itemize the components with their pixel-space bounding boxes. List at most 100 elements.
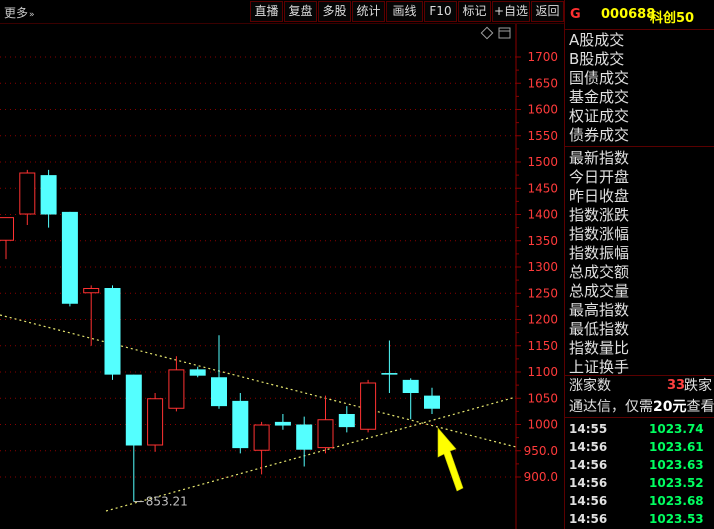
tick-time: 14:56 — [569, 476, 608, 490]
candle-body — [147, 398, 164, 446]
candle-body — [61, 211, 78, 304]
kline-chart[interactable]: 853.21 1700 1650 1600 1550 1500 1450 1400 1350 1… — [0, 24, 564, 529]
quote-header: G 000688 科创50 — [565, 0, 714, 30]
tick-value: 1023.53 — [649, 512, 704, 526]
advancers-count: 33 — [667, 378, 686, 393]
y-tick-label: 1200 — [527, 313, 558, 327]
mark-button[interactable]: 标记 — [458, 1, 491, 22]
candle — [338, 406, 355, 433]
diamond-icon — [480, 26, 494, 40]
candle-body — [168, 369, 185, 409]
top-toolbar: 更多» 直播 复盘 多股 统计 画线 F10 标记 +自选 返回 — [0, 0, 564, 24]
chart-tools — [480, 26, 511, 40]
volume-ratio-label: 指数量比 — [569, 339, 630, 357]
candle — [19, 169, 36, 225]
tick-value: 1023.63 — [649, 458, 704, 472]
candle — [232, 393, 249, 454]
draw-line-button[interactable]: 画线 — [386, 1, 423, 22]
candle-body — [125, 374, 142, 446]
tick-row: 14:56 1023.61 — [565, 438, 714, 456]
index-change-pct-label: 指数涨幅 — [569, 225, 630, 243]
more-menu[interactable]: 更多» — [4, 4, 35, 21]
candle — [61, 211, 78, 307]
candle-body — [0, 217, 14, 241]
candle-body — [338, 414, 355, 428]
candle — [83, 285, 100, 346]
candle-body — [189, 369, 206, 376]
candle — [40, 169, 57, 228]
chevron-right-icon: » — [29, 10, 35, 20]
tick-time: 14:55 — [569, 422, 608, 436]
tick-row: 14:55 1023.74 — [565, 420, 714, 438]
yellow-arrow — [437, 427, 464, 492]
y-tick-label: 1450 — [527, 181, 558, 195]
index-stats-group: 最新指数 今日开盘 昨日收盘 指数涨跌 指数涨幅 指数振幅 总成交额 总成交量 … — [565, 147, 714, 376]
trend-lines — [0, 314, 517, 512]
multi-stock-button[interactable]: 多股 — [318, 1, 351, 22]
candle-body — [274, 421, 291, 426]
candle-body — [232, 400, 249, 449]
candle — [402, 378, 419, 420]
tick-time: 14:56 — [569, 458, 608, 472]
tick-row: 14:56 1023.68 — [565, 492, 714, 510]
treasury-turnover-label: 国债成交 — [569, 69, 630, 87]
tick-time: 14:56 — [569, 512, 608, 526]
latest-index-label: 最新指数 — [569, 149, 630, 167]
f10-button[interactable]: F10 — [424, 1, 457, 22]
breadth-row: 涨家数 33 跌家 — [565, 376, 714, 396]
candle — [168, 356, 185, 412]
promo-price: 20元 — [653, 399, 687, 415]
add-watchlist-button[interactable]: +自选 — [492, 1, 530, 22]
candle-body — [381, 373, 398, 375]
tick-value: 1023.61 — [649, 440, 704, 454]
candle-body — [19, 172, 36, 215]
tick-value: 1023.68 — [649, 494, 704, 508]
candle — [381, 340, 398, 393]
y-tick-label: 950.0 — [524, 444, 558, 458]
candle — [317, 395, 334, 454]
index-change-label: 指数涨跌 — [569, 206, 630, 224]
candle — [424, 387, 440, 414]
replay-button[interactable]: 复盘 — [284, 1, 317, 22]
candle-body — [253, 424, 270, 451]
candle-body — [40, 175, 57, 215]
statistics-button[interactable]: 统计 — [352, 1, 385, 22]
y-tick-label: 1150 — [527, 339, 558, 353]
sh-turnover-rate-label: 上证换手 — [569, 358, 630, 376]
decliners-label: 跌家 — [684, 378, 712, 394]
turnover-group: A股成交 B股成交 国债成交 基金成交 权证成交 债券成交 — [565, 30, 714, 147]
y-tick-label: 1300 — [527, 260, 558, 274]
promo-suffix: 查看 — [686, 399, 714, 415]
bond-turnover-label: 债券成交 — [569, 126, 630, 144]
candle-body — [104, 288, 121, 375]
candle-body — [296, 424, 313, 450]
total-volume-label: 总成交量 — [569, 282, 630, 300]
candle — [125, 374, 142, 502]
tick-row: 14:56 1023.52 — [565, 474, 714, 492]
candle-body — [360, 382, 377, 430]
tick-row: 14:56 1023.63 — [565, 456, 714, 474]
warrant-turnover-label: 权证成交 — [569, 107, 630, 125]
candle — [360, 379, 377, 433]
back-button[interactable]: 返回 — [531, 1, 564, 22]
y-tick-label: 1350 — [527, 234, 558, 248]
index-amplitude-label: 指数振幅 — [569, 244, 630, 262]
prev-close-label: 昨日收盘 — [569, 187, 630, 205]
candles: 853.21 — [0, 169, 440, 509]
tick-time: 14:56 — [569, 494, 608, 508]
kline-chart-svg[interactable]: 853.21 170016501600155015001450140013501… — [0, 24, 564, 529]
total-amount-label: 总成交额 — [569, 263, 630, 281]
tick-time: 14:56 — [569, 440, 608, 454]
b-share-turnover-label: B股成交 — [569, 50, 625, 68]
arrow-annotation — [437, 427, 464, 492]
y-tick-label: 1550 — [527, 129, 558, 143]
candle-body — [317, 419, 334, 449]
candle-body — [211, 377, 227, 407]
live-button[interactable]: 直播 — [250, 1, 283, 22]
candle — [0, 217, 14, 260]
y-tick-label: 1250 — [527, 286, 558, 300]
candle-body — [424, 395, 440, 409]
index-code: 000688 — [601, 7, 656, 22]
promo-banner[interactable]: 通达信，仅需20元查看 — [565, 396, 714, 418]
candle-body — [402, 379, 419, 393]
